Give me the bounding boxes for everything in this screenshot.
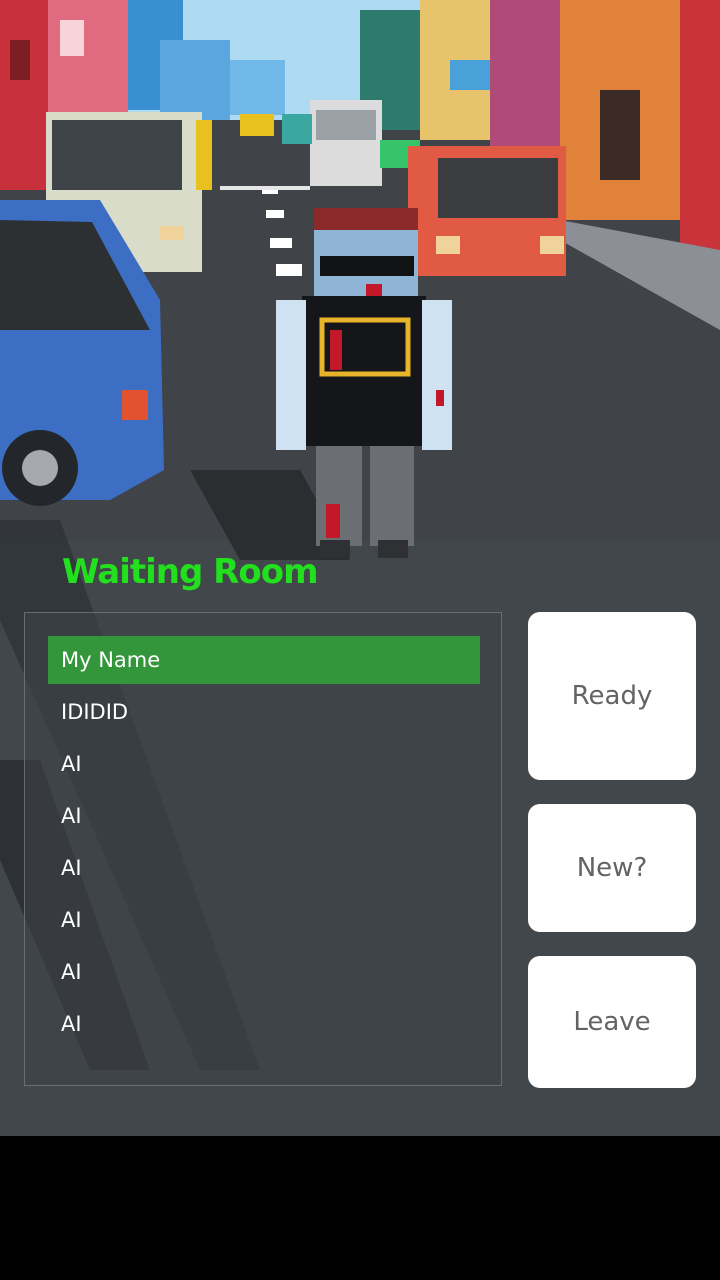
- player-row[interactable]: AI: [48, 896, 480, 948]
- new-room-button[interactable]: New?: [528, 804, 696, 932]
- player-row[interactable]: IDIDID: [48, 688, 480, 740]
- bottom-letterbox: [0, 1136, 720, 1280]
- player-row[interactable]: AI: [48, 1000, 480, 1052]
- player-list[interactable]: My Name IDIDID AI AI AI AI AI AI: [48, 636, 480, 1052]
- player-row[interactable]: AI: [48, 844, 480, 896]
- player-row[interactable]: AI: [48, 948, 480, 1000]
- player-row[interactable]: AI: [48, 792, 480, 844]
- player-list-panel: My Name IDIDID AI AI AI AI AI AI: [24, 612, 502, 1086]
- player-row-my-name[interactable]: My Name: [48, 636, 480, 684]
- leave-button[interactable]: Leave: [528, 956, 696, 1088]
- ready-button[interactable]: Ready: [528, 612, 696, 780]
- player-row[interactable]: AI: [48, 740, 480, 792]
- waiting-room-title: Waiting Room: [62, 552, 319, 592]
